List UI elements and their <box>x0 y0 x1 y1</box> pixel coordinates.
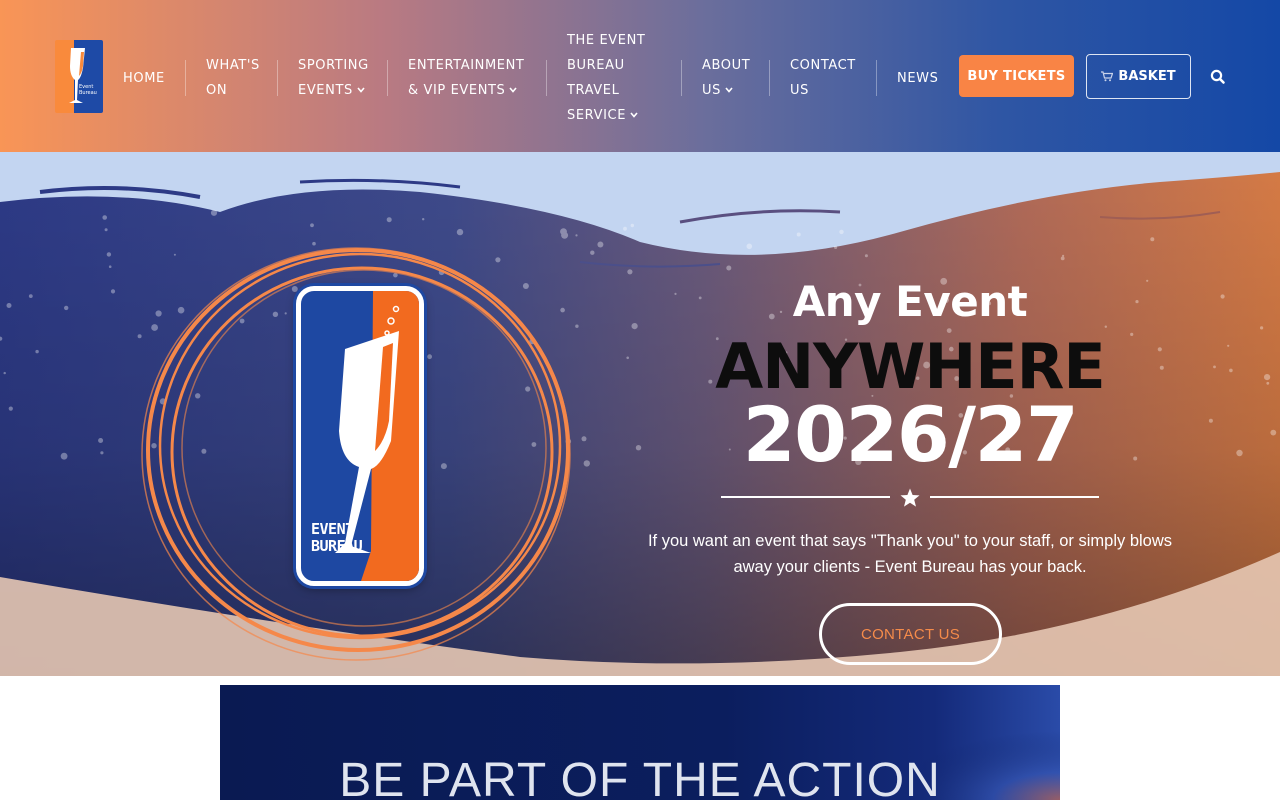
nav-item-label: EVENTS <box>298 78 378 105</box>
basket-label: BASKET <box>1118 69 1176 84</box>
divider-line-left <box>721 496 890 498</box>
site-header: Event Bureau HOME WHAT'S ON SPORTING EVENTS EN… <box>0 0 1280 152</box>
nav-item-label: & VIP EVENTS <box>408 78 538 105</box>
nav-item-label: ON <box>206 83 228 98</box>
nav-item-6[interactable]: CONTACT US <box>790 53 860 103</box>
nav-separator <box>185 60 186 96</box>
nav-separator <box>387 60 388 96</box>
chevron-down-icon <box>509 79 518 104</box>
promo-banner[interactable]: BE PART OF THE ACTION <box>220 685 1060 800</box>
hero-heading-small: Any Event <box>792 277 1028 326</box>
search-icon[interactable] <box>1209 68 1227 86</box>
nav-item-label: HOME <box>123 70 165 86</box>
nav-item-label: SERVICE <box>567 103 667 130</box>
banner-heading: BE PART OF THE ACTION <box>339 754 941 800</box>
badge-wordmark: EVENT BUREAU <box>311 520 363 555</box>
contact-us-button[interactable]: CONTACT US <box>819 603 1002 665</box>
nav-separator <box>546 60 547 96</box>
chevron-down-icon <box>630 104 638 129</box>
nav-item-label: THE EVENT <box>567 33 646 48</box>
nav-separator <box>277 60 278 96</box>
basket-button[interactable]: BASKET <box>1086 54 1191 99</box>
hero-tagline: If you want an event that says "Thank yo… <box>647 532 1173 576</box>
nav-item-label: ENTERTAINMENT <box>408 58 525 73</box>
nav-item-label: SPORTING <box>298 58 369 73</box>
buy-tickets-button[interactable]: BUY TICKETS <box>959 55 1074 97</box>
nav-item-1[interactable]: WHAT'S ON <box>206 53 266 103</box>
nav-item-5[interactable]: ABOUT US <box>702 53 762 105</box>
site-logo[interactable]: Event Bureau <box>55 40 103 113</box>
nav-item-label: US <box>702 78 762 105</box>
nav-separator <box>769 60 770 96</box>
hero-section: EVENT BUREAU Any Event ANYWHERE 2026/27 … <box>0 152 1280 676</box>
nav-item-2[interactable]: SPORTING EVENTS <box>298 53 378 105</box>
nav-item-label: ABOUT <box>702 58 751 73</box>
logo-wordmark: Event Bureau <box>79 84 97 96</box>
nav-item-0[interactable]: HOME <box>123 66 173 91</box>
nav-item-7[interactable]: NEWS <box>897 66 947 91</box>
nav-item-label: TRAVEL <box>567 83 620 98</box>
star-icon <box>900 488 920 507</box>
chevron-down-icon <box>357 79 365 104</box>
nav-separator <box>681 60 682 96</box>
nav-item-label: NEWS <box>897 70 939 86</box>
champagne-glass-icon <box>69 48 85 103</box>
nav-item-label: CONTACT <box>790 58 856 73</box>
cart-icon <box>1101 71 1114 82</box>
divider-line-right <box>930 496 1099 498</box>
nav-item-label: US <box>790 83 809 98</box>
event-bureau-badge: EVENT BUREAU <box>296 286 424 586</box>
nav-item-4[interactable]: THE EVENT BUREAU TRAVEL SERVICE <box>567 28 667 130</box>
hero-heading-year: 2026/27 <box>742 390 1079 479</box>
nav-item-label: BUREAU <box>567 58 625 73</box>
nav-item-label: WHAT'S <box>206 58 260 73</box>
nav-separator <box>876 60 877 96</box>
chevron-down-icon <box>725 79 733 104</box>
nav-item-3[interactable]: ENTERTAINMENT & VIP EVENTS <box>408 53 538 105</box>
